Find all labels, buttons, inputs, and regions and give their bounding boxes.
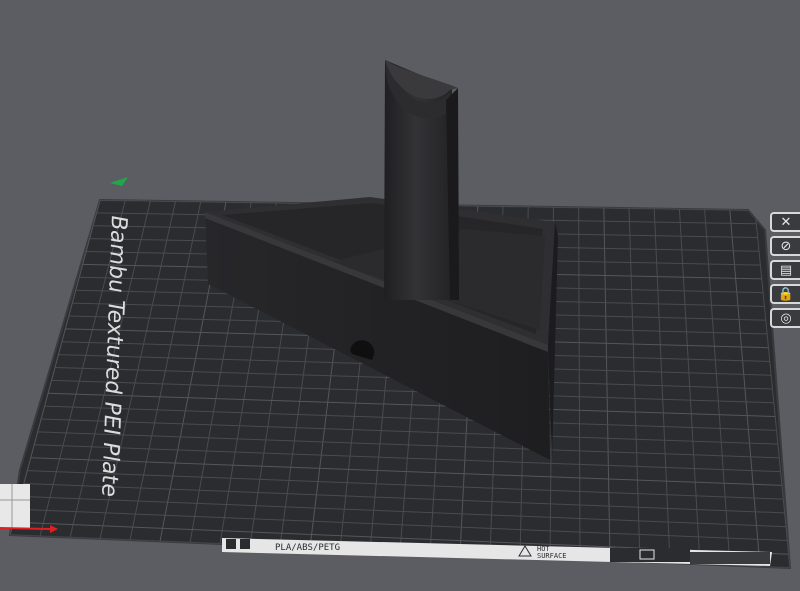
3d-viewport[interactable]: Bambu Textured PEI Plate PLA/ABS/PETG HO… (0, 0, 800, 591)
close-icon[interactable]: ✕ (770, 212, 800, 232)
arrange-icon[interactable]: ▤ (770, 260, 800, 280)
auto-orient-icon[interactable]: ⊘ (770, 236, 800, 256)
plate-corner-marker (0, 484, 30, 529)
plate-material-label: PLA/ABS/PETG (275, 543, 340, 553)
hot-surface-label-2: SURFACE (537, 552, 567, 560)
plate-toolbar: ✕ ⊘ ▤ 🔒 ◎ (764, 212, 800, 328)
settings-icon[interactable]: ◎ (770, 308, 800, 328)
lock-icon[interactable]: 🔒 (770, 284, 800, 304)
y-axis-arrow (110, 177, 128, 186)
